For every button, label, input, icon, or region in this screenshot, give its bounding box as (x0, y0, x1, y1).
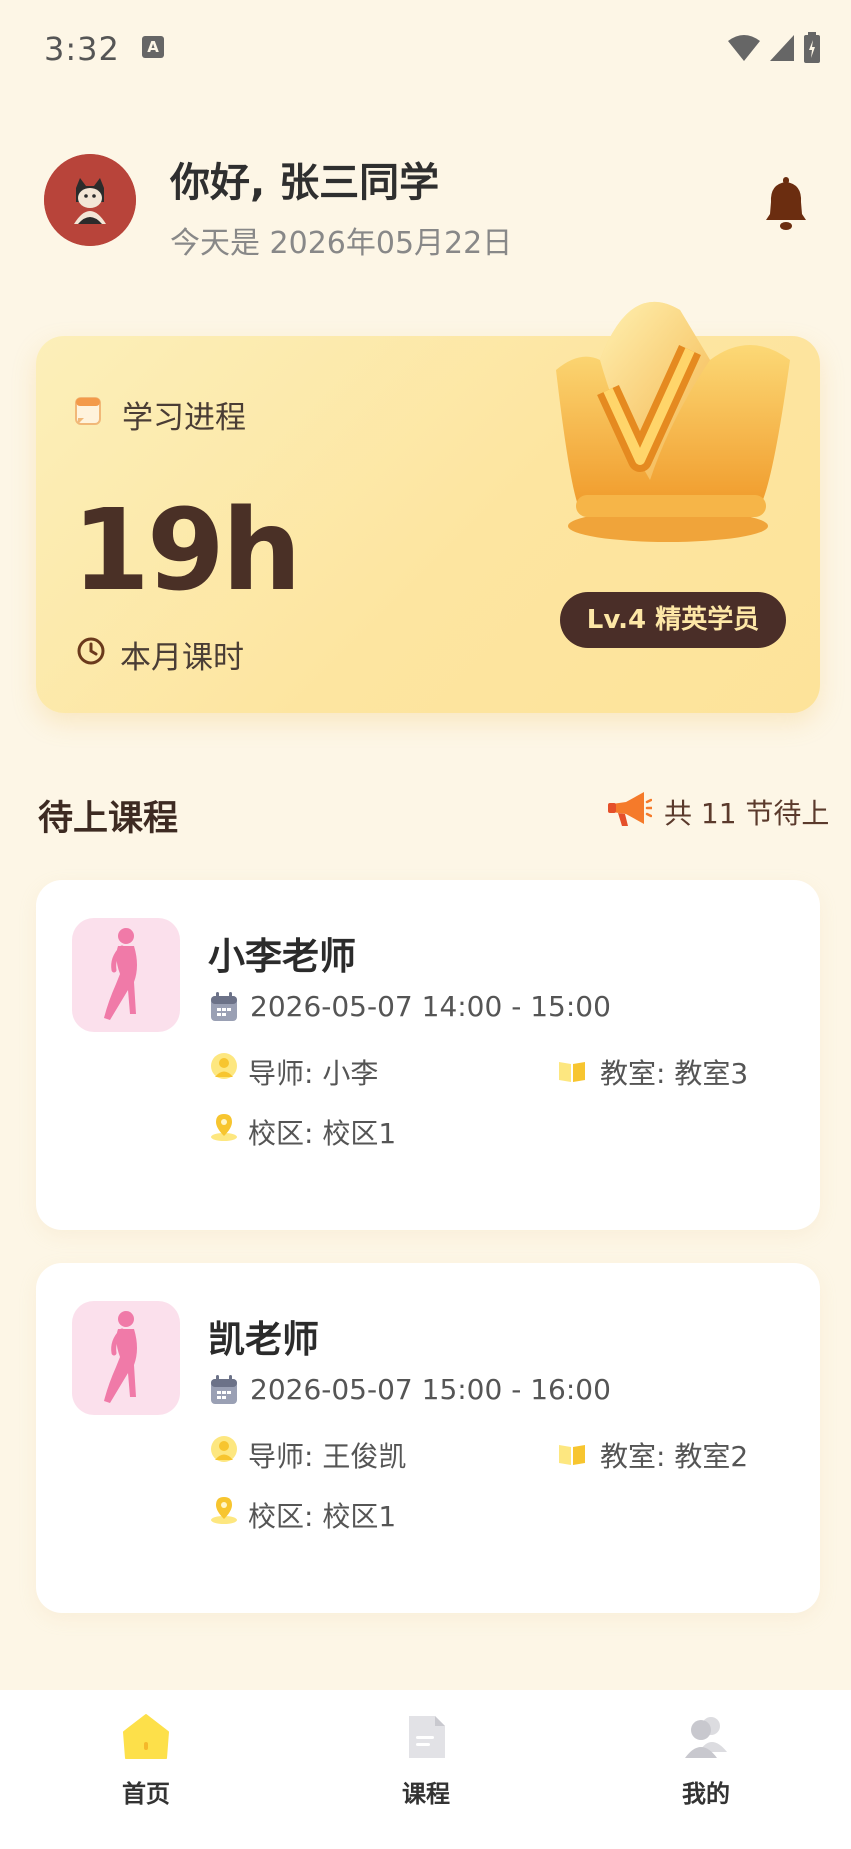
wifi-icon (728, 35, 760, 61)
cat-avatar-icon (44, 154, 136, 246)
notebook-icon (75, 397, 101, 425)
course-teacher-name: 小李老师 (208, 935, 356, 978)
bottom-nav: 首页 课程 我的 (0, 1690, 851, 1849)
status-bar: 3:32 A (0, 0, 851, 96)
person-icon (211, 1053, 237, 1079)
nav-label-home: 首页 (122, 1780, 170, 1808)
greeting-title: 你好, 张三同学 (170, 160, 440, 206)
nav-label-profile: 我的 (682, 1780, 730, 1808)
course-teacher-name: 凯老师 (208, 1318, 319, 1361)
users-icon (685, 1717, 727, 1758)
course-card[interactable]: 小李老师 2026-05-07 14:00 - 15:00 导师: 小李 教室:… (36, 880, 820, 1230)
megaphone-icon (608, 792, 652, 826)
upcoming-section-title: 待上课程 (38, 799, 179, 839)
dancer-icon (104, 928, 137, 1020)
avatar[interactable] (44, 154, 136, 246)
status-icons (727, 30, 821, 66)
person-icon (211, 1436, 237, 1462)
clock-icon (77, 637, 105, 665)
course-campus: 校区: 校区1 (248, 1117, 397, 1150)
pending-count: 共 11 节待上 (664, 797, 830, 830)
book-icon (559, 1062, 585, 1082)
book-icon (559, 1445, 585, 1465)
calendar-icon (211, 992, 237, 1021)
document-icon (409, 1716, 445, 1758)
nav-item-courses[interactable]: 课程 (366, 1712, 486, 1809)
monthly-hours-label: 本月课时 (120, 640, 244, 676)
location-icon (211, 1497, 237, 1524)
keyboard-indicator-icon: A (142, 36, 164, 58)
course-campus: 校区: 校区1 (248, 1500, 397, 1533)
date-text: 今天是 2026年05月22日 (170, 226, 513, 261)
course-classroom: 教室: 教室2 (600, 1440, 749, 1473)
crown-icon (556, 301, 790, 542)
signal-icon (770, 35, 794, 61)
course-time: 2026-05-07 14:00 - 15:00 (250, 990, 611, 1023)
course-classroom: 教室: 教室3 (600, 1057, 749, 1090)
course-thumbnail (72, 918, 180, 1032)
location-icon (211, 1114, 237, 1141)
progress-title: 学习进程 (122, 400, 246, 436)
nav-item-home[interactable]: 首页 (86, 1712, 206, 1809)
course-time: 2026-05-07 15:00 - 16:00 (250, 1373, 611, 1406)
nav-label-courses: 课程 (402, 1780, 450, 1808)
bell-icon[interactable] (764, 176, 808, 232)
nav-item-profile[interactable]: 我的 (646, 1712, 766, 1809)
calendar-icon (211, 1375, 237, 1404)
battery-icon (804, 32, 820, 63)
monthly-hours-value: 19h (72, 486, 302, 616)
status-time: 3:32 (44, 30, 120, 68)
course-tutor: 导师: 小李 (248, 1057, 379, 1090)
level-badge: Lv.4 精英学员 (560, 592, 786, 648)
course-thumbnail (72, 1301, 180, 1415)
course-card[interactable]: 凯老师 2026-05-07 15:00 - 16:00 导师: 王俊凯 教室:… (36, 1263, 820, 1613)
dancer-icon (104, 1311, 137, 1403)
home-icon (123, 1714, 169, 1759)
course-tutor: 导师: 王俊凯 (248, 1440, 407, 1473)
